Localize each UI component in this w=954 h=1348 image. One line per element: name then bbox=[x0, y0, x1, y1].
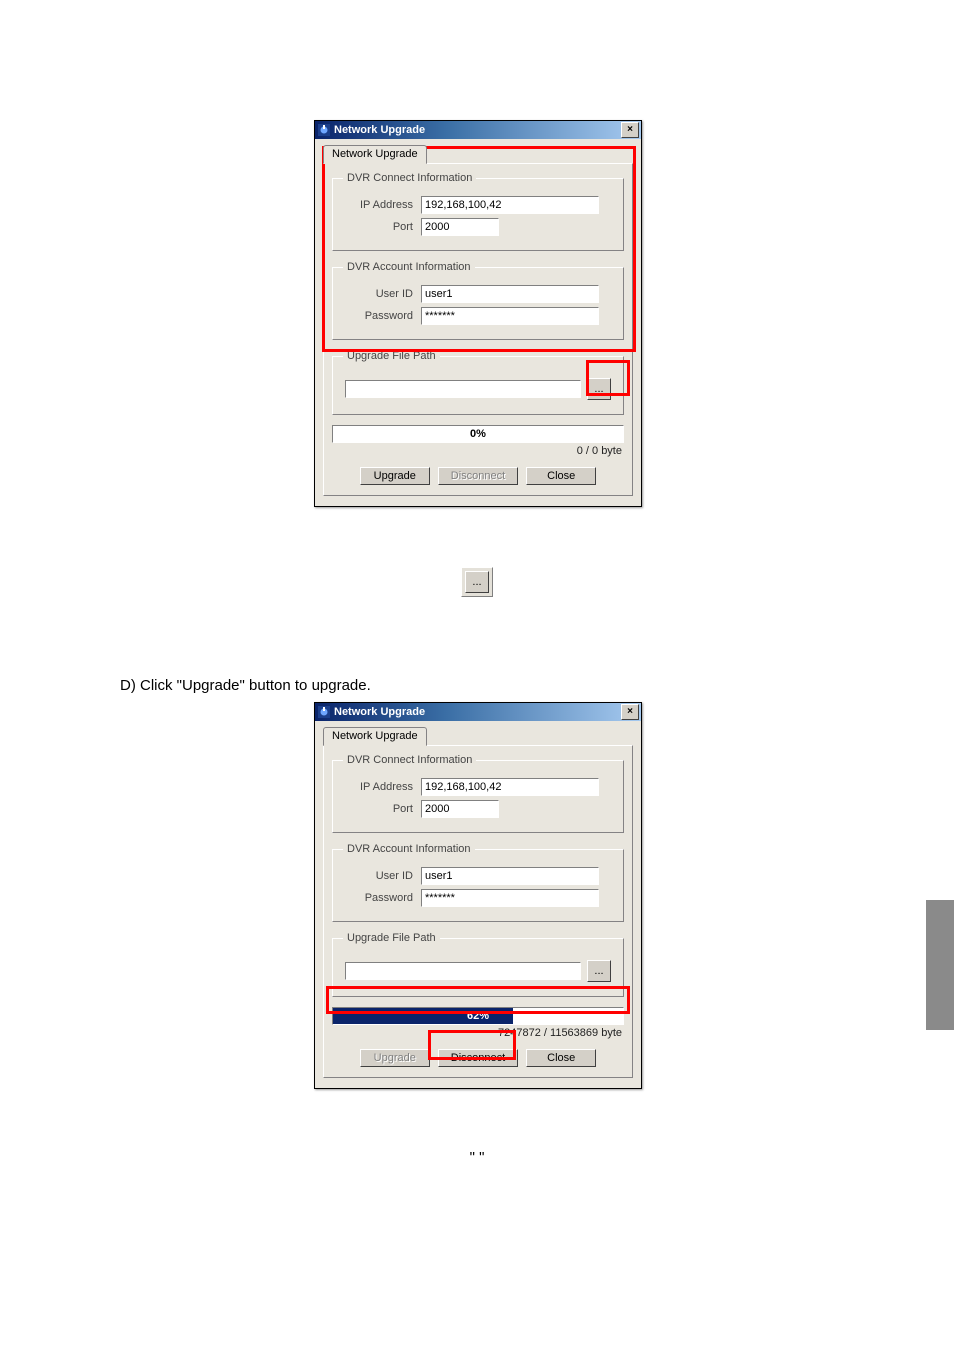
input-file-path[interactable] bbox=[345, 380, 581, 398]
browse-button-enlarged[interactable]: ... bbox=[465, 571, 489, 593]
label-ip-address: IP Address bbox=[343, 781, 413, 793]
tab-panel: DVR Connect Information IP Address Port … bbox=[323, 163, 633, 496]
disconnect-button-label: Disconnect bbox=[451, 470, 505, 482]
upgrade-button-label: Upgrade bbox=[374, 1052, 416, 1064]
group-account-legend: DVR Account Information bbox=[343, 261, 475, 273]
ellipsis-icon: ... bbox=[472, 576, 481, 588]
close-dialog-button[interactable]: Close bbox=[526, 1049, 596, 1067]
disconnect-button[interactable]: Disconnect bbox=[438, 1049, 518, 1067]
input-password[interactable] bbox=[421, 889, 599, 907]
input-user-id[interactable] bbox=[421, 867, 599, 885]
close-button[interactable]: × bbox=[621, 122, 639, 138]
tab-network-upgrade[interactable]: Network Upgrade bbox=[323, 727, 427, 746]
progress-bar: 0% bbox=[332, 425, 624, 443]
label-password: Password bbox=[343, 310, 413, 322]
window-title: Network Upgrade bbox=[334, 124, 425, 136]
input-port[interactable] bbox=[421, 218, 499, 236]
tab-network-upgrade[interactable]: Network Upgrade bbox=[323, 145, 427, 164]
ellipsis-icon: ... bbox=[594, 965, 603, 977]
group-file-legend: Upgrade File Path bbox=[343, 932, 440, 944]
group-account-legend: DVR Account Information bbox=[343, 843, 475, 855]
group-account-info: DVR Account Information User ID Password bbox=[332, 261, 624, 340]
progress-label: 0% bbox=[333, 426, 623, 442]
label-user-id: User ID bbox=[343, 870, 413, 882]
group-connect-legend: DVR Connect Information bbox=[343, 754, 476, 766]
label-port: Port bbox=[343, 803, 413, 815]
input-password[interactable] bbox=[421, 307, 599, 325]
dialog-window: Network Upgrade × Network Upgrade DVR Co… bbox=[314, 120, 642, 507]
dialog-network-upgrade-1: Network Upgrade × Network Upgrade DVR Co… bbox=[314, 120, 640, 507]
group-file-legend: Upgrade File Path bbox=[343, 350, 440, 362]
app-icon bbox=[317, 705, 331, 719]
browse-button[interactable]: ... bbox=[587, 960, 611, 982]
group-account-info: DVR Account Information User ID Password bbox=[332, 843, 624, 922]
group-upgrade-file: Upgrade File Path ... bbox=[332, 932, 624, 997]
input-ip-address[interactable] bbox=[421, 778, 599, 796]
standalone-browse-button: ... bbox=[461, 567, 493, 597]
group-connect-info: DVR Connect Information IP Address Port bbox=[332, 172, 624, 251]
input-ip-address[interactable] bbox=[421, 196, 599, 214]
upgrade-button: Upgrade bbox=[360, 1049, 430, 1067]
dialog-window: Network Upgrade × Network Upgrade DVR Co… bbox=[314, 702, 642, 1089]
input-user-id[interactable] bbox=[421, 285, 599, 303]
instruction-step-d: D) Click "Upgrade" button to upgrade. bbox=[120, 677, 884, 694]
input-file-path[interactable] bbox=[345, 962, 581, 980]
bytes-label: 0 / 0 byte bbox=[332, 445, 622, 457]
titlebar[interactable]: Network Upgrade × bbox=[315, 121, 641, 139]
disconnect-button-label: Disconnect bbox=[451, 1052, 505, 1064]
upgrade-button[interactable]: Upgrade bbox=[360, 467, 430, 485]
label-ip-address: IP Address bbox=[343, 199, 413, 211]
label-user-id: User ID bbox=[343, 288, 413, 300]
ellipsis-icon: ... bbox=[594, 383, 603, 395]
tab-panel: DVR Connect Information IP Address Port … bbox=[323, 745, 633, 1078]
input-port[interactable] bbox=[421, 800, 499, 818]
side-tab bbox=[926, 900, 954, 1030]
tab-label: Network Upgrade bbox=[332, 730, 418, 742]
disconnect-button: Disconnect bbox=[438, 467, 518, 485]
close-dialog-button-label: Close bbox=[547, 470, 575, 482]
close-icon: × bbox=[627, 707, 633, 717]
dialog-body: Network Upgrade DVR Connect Information … bbox=[315, 721, 641, 1088]
label-port: Port bbox=[343, 221, 413, 233]
footnote: " " bbox=[70, 1149, 884, 1166]
progress-label: 62% bbox=[333, 1008, 623, 1024]
button-row: Upgrade Disconnect Close bbox=[332, 467, 624, 485]
close-dialog-button[interactable]: Close bbox=[526, 467, 596, 485]
tab-strip: Network Upgrade bbox=[323, 727, 633, 746]
app-icon bbox=[317, 123, 331, 137]
progress-bar: 62% bbox=[332, 1007, 624, 1025]
group-upgrade-file: Upgrade File Path ... bbox=[332, 350, 624, 415]
browse-button[interactable]: ... bbox=[587, 378, 611, 400]
titlebar[interactable]: Network Upgrade × bbox=[315, 703, 641, 721]
label-password: Password bbox=[343, 892, 413, 904]
upgrade-button-label: Upgrade bbox=[374, 470, 416, 482]
close-dialog-button-label: Close bbox=[547, 1052, 575, 1064]
close-button[interactable]: × bbox=[621, 704, 639, 720]
group-connect-info: DVR Connect Information IP Address Port bbox=[332, 754, 624, 833]
tab-label: Network Upgrade bbox=[332, 148, 418, 160]
tab-strip: Network Upgrade bbox=[323, 145, 633, 164]
button-row: Upgrade Disconnect Close bbox=[332, 1049, 624, 1067]
dialog-network-upgrade-2: Network Upgrade × Network Upgrade DVR Co… bbox=[314, 702, 640, 1089]
close-icon: × bbox=[627, 125, 633, 135]
bytes-label: 7247872 / 11563869 byte bbox=[332, 1027, 622, 1039]
dialog-body: Network Upgrade DVR Connect Information … bbox=[315, 139, 641, 506]
window-title: Network Upgrade bbox=[334, 706, 425, 718]
group-connect-legend: DVR Connect Information bbox=[343, 172, 476, 184]
